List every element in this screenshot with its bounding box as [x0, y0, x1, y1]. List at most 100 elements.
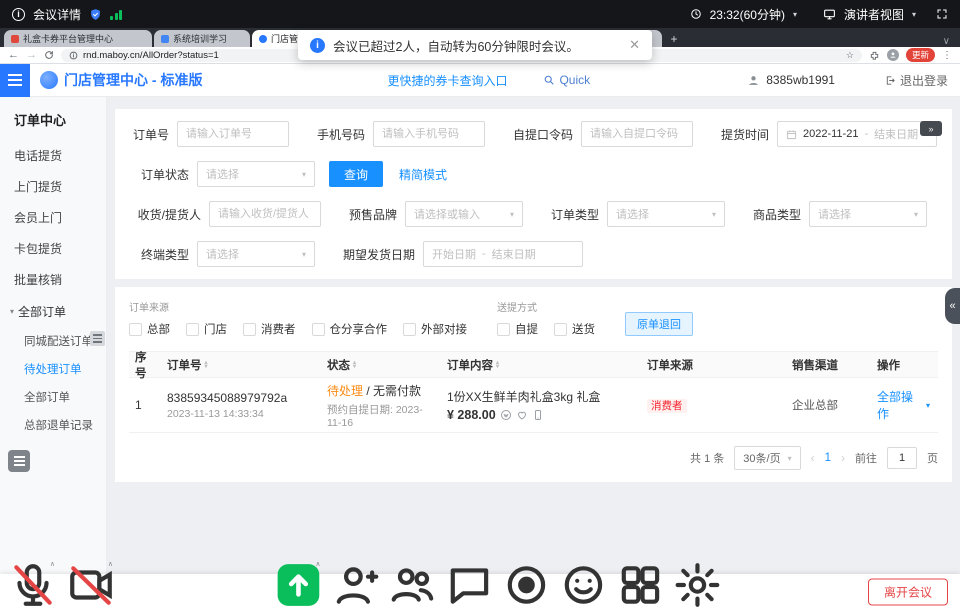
apps-button[interactable]: 应用 [615, 560, 665, 610]
phone-input[interactable] [373, 121, 485, 147]
sidebar-item-phone-pickup[interactable]: 电话提货 [0, 140, 106, 171]
order-type-select[interactable]: 请选择▾ [607, 201, 725, 227]
username[interactable]: 8385wb1991 [766, 73, 835, 87]
pickup-code-input[interactable] [581, 121, 693, 147]
video-options-caret-icon[interactable]: ∧ [108, 560, 113, 568]
toast-close-icon[interactable]: ✕ [629, 37, 640, 53]
sidebar-item-all-orders[interactable]: 全部订单 [0, 383, 106, 411]
view-mode-icon [823, 8, 836, 21]
browser-tab-2[interactable]: 系统培训学习 [154, 30, 250, 47]
sidebar-item-hq-refund-log[interactable]: 总部退单记录 [0, 411, 106, 439]
chat-button[interactable]: 聊天 [444, 560, 494, 610]
collapse-panel-button[interactable]: » [920, 121, 942, 136]
col-content[interactable]: 订单内容▴▾ [439, 357, 639, 373]
sort-icon[interactable]: ▴▾ [496, 361, 499, 370]
quick-search[interactable]: Quick [543, 73, 590, 87]
menu-toggle-button[interactable] [0, 64, 30, 97]
ship-date-label: 期望发货日期 [331, 246, 423, 263]
chevron-down-icon: ▾ [510, 210, 514, 219]
unmute-button[interactable]: 解除静音 ∧ [8, 560, 58, 610]
meeting-info-icon[interactable]: i [12, 8, 25, 21]
sidebar-item-batch-verify[interactable]: 批量核销 [0, 264, 106, 295]
fullscreen-icon[interactable] [936, 8, 948, 20]
goods-type-select[interactable]: 请选择▾ [809, 201, 927, 227]
chevron-down-icon: ▾ [712, 210, 716, 219]
share-options-caret-icon[interactable]: ∧ [315, 560, 320, 568]
start-video-button[interactable]: 开启视频 ∧ [66, 560, 116, 610]
checkbox-self-pickup[interactable]: 自提 [497, 321, 538, 337]
quick-entry-link[interactable]: 更快捷的券卡查询入口 [387, 72, 507, 89]
sort-icon[interactable]: ▴▾ [353, 361, 356, 370]
checkbox-hq[interactable]: 总部 [129, 321, 170, 337]
all-actions-link[interactable]: 全部操作▾ [877, 388, 930, 422]
presale-brand-select[interactable]: 请选择或输入▾ [405, 201, 523, 227]
presale-brand-label: 预售品牌 [337, 206, 405, 223]
sidebar-drag-handle[interactable] [90, 331, 105, 346]
pickup-time-label: 提货时间 [709, 126, 777, 143]
table-header: 序号 订单号▴▾ 状态▴▾ 订单内容▴▾ 订单来源 销售渠道 操作 [129, 351, 938, 378]
browser-menu-icon[interactable]: ⋮ [942, 50, 952, 61]
checkbox-delivery[interactable]: 送货 [554, 321, 595, 337]
settings-button[interactable]: 设置 [672, 560, 722, 610]
browser-update-button[interactable]: 更新 [906, 48, 935, 62]
forward-button[interactable]: → [26, 50, 37, 61]
refresh-button[interactable] [44, 50, 54, 60]
current-page[interactable]: 1 [825, 452, 831, 464]
col-order-no[interactable]: 订单号▴▾ [159, 357, 319, 373]
timer-caret-icon[interactable]: ▾ [793, 10, 797, 19]
col-channel: 销售渠道 [784, 357, 869, 373]
prev-page-button[interactable]: ‹ [811, 451, 815, 465]
share-screen-button[interactable]: 共享屏幕 ∧ [273, 560, 323, 610]
ship-date-range[interactable]: 开始日期 - 结束日期 [423, 241, 583, 267]
tab-search-caret-icon[interactable]: ∨ [943, 36, 950, 47]
meeting-timer[interactable]: 23:32(60分钟) [710, 6, 785, 23]
security-shield-icon[interactable] [89, 8, 102, 21]
bookmark-star-icon[interactable]: ☆ [846, 50, 854, 61]
meeting-title[interactable]: 会议详情 [33, 6, 81, 23]
order-status-select[interactable]: 请选择▾ [197, 161, 315, 187]
members-button[interactable]: 成员(4) [387, 560, 437, 610]
sidebar-item-door-pickup[interactable]: 上门提货 [0, 171, 106, 202]
next-page-button[interactable]: › [841, 451, 845, 465]
sidebar-group-all-orders[interactable]: ▾ 全部订单 [0, 295, 106, 327]
invite-button[interactable]: 邀请 [330, 560, 380, 610]
checkbox-external[interactable]: 外部对接 [403, 321, 467, 337]
logout-button[interactable]: 退出登录 [885, 72, 948, 89]
phone-label: 手机号码 [305, 126, 373, 143]
new-tab-button[interactable]: + [666, 31, 682, 47]
checkbox-warehouse-coop[interactable]: 仓分享合作 [312, 321, 388, 337]
sidebar-item-pending-orders[interactable]: 待处理订单 [0, 355, 106, 383]
original-order-return-button[interactable]: 原单退回 [625, 312, 693, 336]
floating-list-widget[interactable] [8, 450, 30, 472]
view-mode-caret-icon[interactable]: ▾ [912, 10, 916, 19]
sidebar-item-member-visit[interactable]: 会员上门 [0, 202, 106, 233]
receiver-input[interactable] [209, 201, 321, 227]
mic-options-caret-icon[interactable]: ∧ [50, 560, 55, 568]
checkbox-store[interactable]: 门店 [186, 321, 227, 337]
browser-tab-1[interactable]: 礼盒卡券平台管理中心 [4, 30, 152, 47]
pickup-time-range[interactable]: 2022-11-21 - 结束日期 [777, 121, 937, 147]
simple-mode-link[interactable]: 精简模式 [399, 166, 447, 183]
goto-page-input[interactable] [887, 447, 917, 469]
page-size-value: 30条/页 [743, 450, 780, 466]
reactions-button[interactable]: 回应 [558, 560, 608, 610]
sort-icon[interactable]: ▴▾ [205, 361, 208, 370]
network-signal-icon[interactable] [110, 9, 122, 20]
order-no-input[interactable] [177, 121, 289, 147]
toast-text: 会议已超过2人，自动转为60分钟限时会议。 [333, 36, 579, 55]
extensions-icon[interactable] [869, 50, 880, 61]
browser-profile-avatar[interactable] [887, 49, 899, 61]
terminal-type-select[interactable]: 请选择▾ [197, 241, 315, 267]
col-status[interactable]: 状态▴▾ [319, 357, 439, 373]
page-size-select[interactable]: 30条/页▾ [734, 446, 800, 470]
checkbox-consumer[interactable]: 消费者 [243, 321, 296, 337]
sidebar-item-card-pickup[interactable]: 卡包提货 [0, 233, 106, 264]
back-button[interactable]: ← [8, 50, 19, 61]
view-mode-label[interactable]: 演讲者视图 [844, 6, 904, 23]
site-info-icon[interactable] [69, 51, 78, 60]
side-drawer-handle[interactable]: « [945, 288, 960, 324]
record-button[interactable]: 录制 [501, 560, 551, 610]
search-button[interactable]: 查询 [329, 161, 383, 187]
leave-meeting-button[interactable]: 离开会议 [868, 579, 948, 606]
col-label: 订单号 [167, 360, 202, 372]
